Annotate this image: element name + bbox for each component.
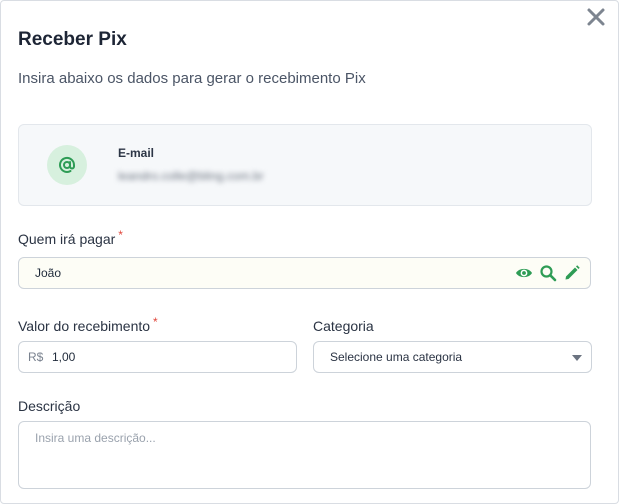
category-selected: Selecione uma categoria <box>330 350 463 364</box>
amount-value: 1,00 <box>52 350 76 364</box>
currency-prefix: R$ <box>28 350 44 364</box>
payer-field[interactable]: João <box>18 257 591 289</box>
search-icon[interactable] <box>539 264 557 282</box>
required-mark: * <box>153 315 158 329</box>
description-placeholder: Insira uma descrição... <box>35 431 156 445</box>
amount-label-text: Valor do recebimento <box>18 318 151 334</box>
pix-key-card: E-mail leandro.colle@bling.com.br <box>18 124 592 206</box>
modal-subtitle: Insira abaixo os dados para gerar o rece… <box>18 70 366 87</box>
description-label: Descrição <box>18 398 81 414</box>
description-textarea[interactable]: Insira uma descrição... <box>18 421 591 489</box>
category-label: Categoria <box>313 318 374 334</box>
payer-label: Quem irá pagar * <box>18 228 123 247</box>
required-mark: * <box>118 228 123 242</box>
payer-actions <box>515 264 581 282</box>
close-icon[interactable] <box>586 7 606 27</box>
at-sign-icon <box>47 145 87 185</box>
pix-key-value: leandro.colle@bling.com.br <box>118 169 264 183</box>
pix-key-type: E-mail <box>118 146 155 160</box>
receive-pix-modal: Receber Pix Insira abaixo os dados para … <box>0 0 619 504</box>
category-select[interactable]: Selecione uma categoria <box>313 341 592 373</box>
payer-label-text: Quem irá pagar <box>18 231 116 247</box>
chevron-down-icon <box>572 355 582 361</box>
modal-title: Receber Pix <box>18 29 127 50</box>
eye-icon[interactable] <box>515 264 533 282</box>
payer-value: João <box>35 266 62 280</box>
amount-input[interactable]: R$ 1,00 <box>18 341 297 373</box>
amount-label: Valor do recebimento * <box>18 315 158 334</box>
pencil-icon[interactable] <box>563 264 581 282</box>
